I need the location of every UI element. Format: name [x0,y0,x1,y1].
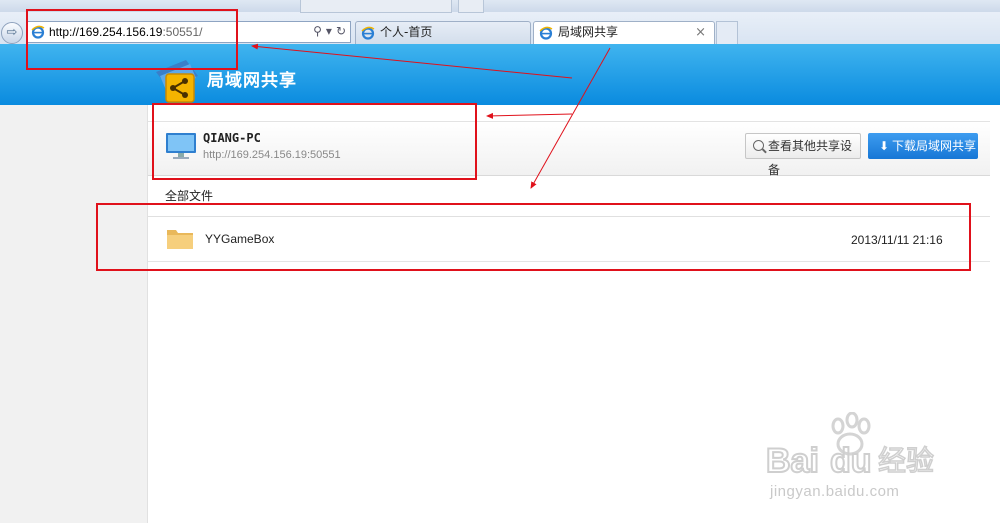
svg-text:du: du [830,442,872,480]
left-margin [0,105,147,523]
svg-text:经验: 经验 [878,444,934,477]
annotation-box-device [152,103,477,180]
ie-icon [539,26,553,40]
address-tools: ⚲ ▾ ↻ [309,24,346,38]
watermark-url: jingyan.baidu.com [770,483,900,500]
download-label: 下载局域网共享 [892,139,977,153]
download-arrow-icon: ⬇ [879,139,890,153]
tab-label: 局域网共享 [558,25,619,39]
search-icon [753,140,764,151]
annotation-box-address [26,9,238,70]
search-icon[interactable]: ⚲ [313,24,322,38]
tab-home[interactable]: 个人-首页 [355,21,531,44]
back-button[interactable]: ⇨ [1,22,23,44]
svg-text:Bai: Bai [766,442,819,480]
breadcrumb[interactable]: 全部文件 [165,187,213,204]
view-other-devices-button[interactable]: 查看其他共享设备 [745,133,861,177]
new-tab-button[interactable] [716,21,738,44]
dropdown-arrow-icon[interactable]: ▾ [326,24,332,38]
ie-icon [361,26,375,40]
back-arrow-icon: ⇨ [6,25,18,40]
background-tab[interactable] [458,0,484,13]
tab-lan-share[interactable]: 局域网共享 × [533,21,715,45]
download-lan-share-button[interactable]: ⬇ 下载局域网共享 [868,133,978,159]
annotation-box-file [96,203,971,271]
close-tab-icon[interactable]: × [695,22,706,43]
refresh-icon[interactable]: ↻ [336,24,346,38]
tab-label: 个人-首页 [380,25,433,39]
background-tab[interactable] [300,0,452,13]
